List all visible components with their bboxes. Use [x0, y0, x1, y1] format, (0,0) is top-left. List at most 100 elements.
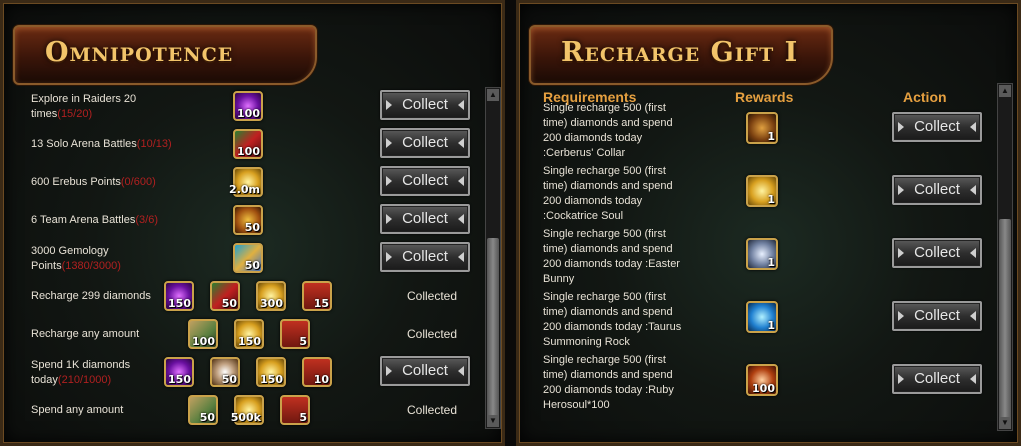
- requirement-text: Single recharge 500 (first time) diamond…: [543, 102, 673, 159]
- collect-button[interactable]: Collect: [892, 301, 982, 331]
- omnipotence-row: Explore in Raiders 20 times(15/20) 100 Col…: [31, 89, 471, 127]
- gold-coin-icon[interactable]: 500k: [231, 395, 264, 425]
- omnipotence-row: Recharge any amount 100 150 5 Collected: [31, 317, 471, 355]
- requirement-text: Explore in Raiders 20 times(15/20): [31, 92, 149, 122]
- scroll-icon[interactable]: 100: [188, 319, 218, 349]
- omnipotence-row: 13 Solo Arena Battles(10/13) 100 Collect: [31, 127, 471, 165]
- collect-button[interactable]: Collect: [892, 175, 982, 205]
- recharge-gift-row: Single recharge 500 (first time) diamond…: [543, 290, 983, 352]
- omnipotence-row: 3000 Gemology Points(1380/3000) 50 Collect: [31, 241, 471, 279]
- requirement-label: Recharge any amount: [31, 328, 140, 340]
- requirement-progress: (1380/3000): [61, 260, 121, 272]
- requirement-progress: (10/13): [136, 138, 172, 150]
- requirement-text: 6 Team Arena Battles(3/6): [31, 213, 181, 228]
- collect-button[interactable]: Collect: [380, 166, 470, 196]
- requirement-progress: (0/600): [120, 176, 156, 188]
- gold-coin-icon[interactable]: 300: [256, 281, 286, 311]
- prize-box-icon[interactable]: 10: [302, 357, 332, 387]
- cockatrice-soul-icon[interactable]: 1: [746, 175, 778, 207]
- scroll-thumb[interactable]: [487, 238, 499, 418]
- omnipotence-scrollbar[interactable]: ▲ ▼: [485, 87, 501, 429]
- requirement-label: 6 Team Arena Battles: [31, 214, 136, 226]
- item-count: 15: [313, 297, 329, 310]
- collected-status: Collected: [406, 403, 458, 417]
- requirement-progress: (15/20): [57, 108, 93, 120]
- requirement-text: Single recharge 500 (first time) diamond…: [543, 354, 674, 411]
- item-count: 300: [260, 297, 283, 310]
- prize-box-icon[interactable]: 5: [280, 319, 310, 349]
- item-count: 50: [221, 297, 237, 310]
- red-crystal-icon[interactable]: 100: [233, 129, 263, 159]
- omnipotence-row: 6 Team Arena Battles(3/6) 50 Collect: [31, 203, 471, 241]
- requirement-text: Spend 1K diamonds today(210/1000): [31, 358, 149, 388]
- red-crystal-icon[interactable]: 50: [210, 281, 240, 311]
- omnipotence-row: Spend 1K diamonds today(210/1000) 150 50 15…: [31, 355, 471, 393]
- prize-box-icon[interactable]: 5: [280, 395, 310, 425]
- collected-status: Collected: [406, 289, 458, 303]
- recharge-gift-row: Single recharge 500 (first time) diamond…: [543, 101, 983, 163]
- item-count: 50: [244, 259, 260, 272]
- requirement-text: Single recharge 500 (first time) diamond…: [543, 228, 680, 285]
- item-count: 1: [767, 319, 775, 332]
- collect-button[interactable]: Collect: [380, 242, 470, 272]
- item-count: 150: [168, 297, 191, 310]
- purple-orb-icon[interactable]: 150: [164, 281, 194, 311]
- scroll-thumb[interactable]: [999, 219, 1011, 419]
- requirement-text: Spend any amount: [31, 403, 181, 418]
- item-count: 50: [244, 221, 260, 234]
- item-count: 2.0m: [229, 183, 260, 196]
- item-count: 150: [260, 373, 283, 386]
- recharge-gift-scrollbar[interactable]: ▲ ▼: [997, 83, 1013, 431]
- requirement-text: Recharge 299 diamonds: [31, 289, 181, 304]
- collected-status: Collected: [406, 327, 458, 341]
- item-count: 150: [168, 373, 191, 386]
- item-count: 100: [752, 382, 775, 395]
- omnipotence-row: Recharge 299 diamonds 150 50 300 15 Collected: [31, 279, 471, 317]
- pearl-icon[interactable]: 50: [210, 357, 240, 387]
- gold-coin-icon[interactable]: 150: [256, 357, 286, 387]
- requirement-label: Recharge 299 diamonds: [31, 290, 151, 302]
- taurus-rock-icon[interactable]: 1: [746, 301, 778, 333]
- shield-icon[interactable]: 50: [233, 205, 263, 235]
- cerberus-collar-icon[interactable]: 1: [746, 112, 778, 144]
- omnipotence-panel: Omnipotence Explore in Raiders 20 times(…: [0, 0, 505, 446]
- omnipotence-row: Spend any amount 50 500k 5 Collected: [31, 393, 471, 431]
- purple-orb-icon[interactable]: 100: [233, 91, 263, 121]
- prize-box-icon[interactable]: 15: [302, 281, 332, 311]
- item-count: 5: [299, 335, 307, 348]
- item-count: 100: [237, 107, 260, 120]
- scroll-down-arrow-icon[interactable]: ▼: [999, 417, 1011, 429]
- easter-bunny-icon[interactable]: 1: [746, 238, 778, 270]
- gem-icon[interactable]: 50: [233, 243, 263, 273]
- requirement-label: 13 Solo Arena Battles: [31, 138, 137, 150]
- omnipotence-row: 600 Erebus Points(0/600) 2.0m Collect: [31, 165, 471, 203]
- item-count: 1: [767, 130, 775, 143]
- collect-button[interactable]: Collect: [380, 90, 470, 120]
- scroll-up-arrow-icon[interactable]: ▲: [999, 85, 1011, 97]
- requirement-text: Single recharge 500 (first time) diamond…: [543, 165, 673, 222]
- recharge-gift-row: Single recharge 500 (first time) diamond…: [543, 164, 983, 226]
- gold-coin-icon[interactable]: 150: [234, 319, 264, 349]
- item-count: 1: [767, 193, 775, 206]
- item-count: 10: [313, 373, 329, 386]
- omnipotence-banner: Omnipotence: [13, 25, 317, 85]
- item-count: 5: [299, 411, 307, 424]
- omnipotence-title: Omnipotence: [45, 37, 234, 68]
- requirement-text: Single recharge 500 (first time) diamond…: [543, 291, 682, 348]
- collect-button[interactable]: Collect: [380, 356, 470, 386]
- recharge-gift-row: Single recharge 500 (first time) diamond…: [543, 227, 983, 289]
- collect-button[interactable]: Collect: [380, 204, 470, 234]
- gold-coin-icon[interactable]: 2.0m: [229, 167, 263, 197]
- requirement-text: Recharge any amount: [31, 327, 181, 342]
- collect-button[interactable]: Collect: [892, 112, 982, 142]
- requirement-progress: (3/6): [135, 214, 158, 226]
- purple-orb-icon[interactable]: 150: [164, 357, 194, 387]
- ruby-herosoul-icon[interactable]: 100: [746, 364, 778, 396]
- scroll-icon[interactable]: 50: [188, 395, 218, 425]
- collect-button[interactable]: Collect: [892, 238, 982, 268]
- collect-button[interactable]: Collect: [380, 128, 470, 158]
- scroll-down-arrow-icon[interactable]: ▼: [487, 415, 499, 427]
- scroll-up-arrow-icon[interactable]: ▲: [487, 89, 499, 101]
- item-count: 50: [199, 411, 215, 424]
- collect-button[interactable]: Collect: [892, 364, 982, 394]
